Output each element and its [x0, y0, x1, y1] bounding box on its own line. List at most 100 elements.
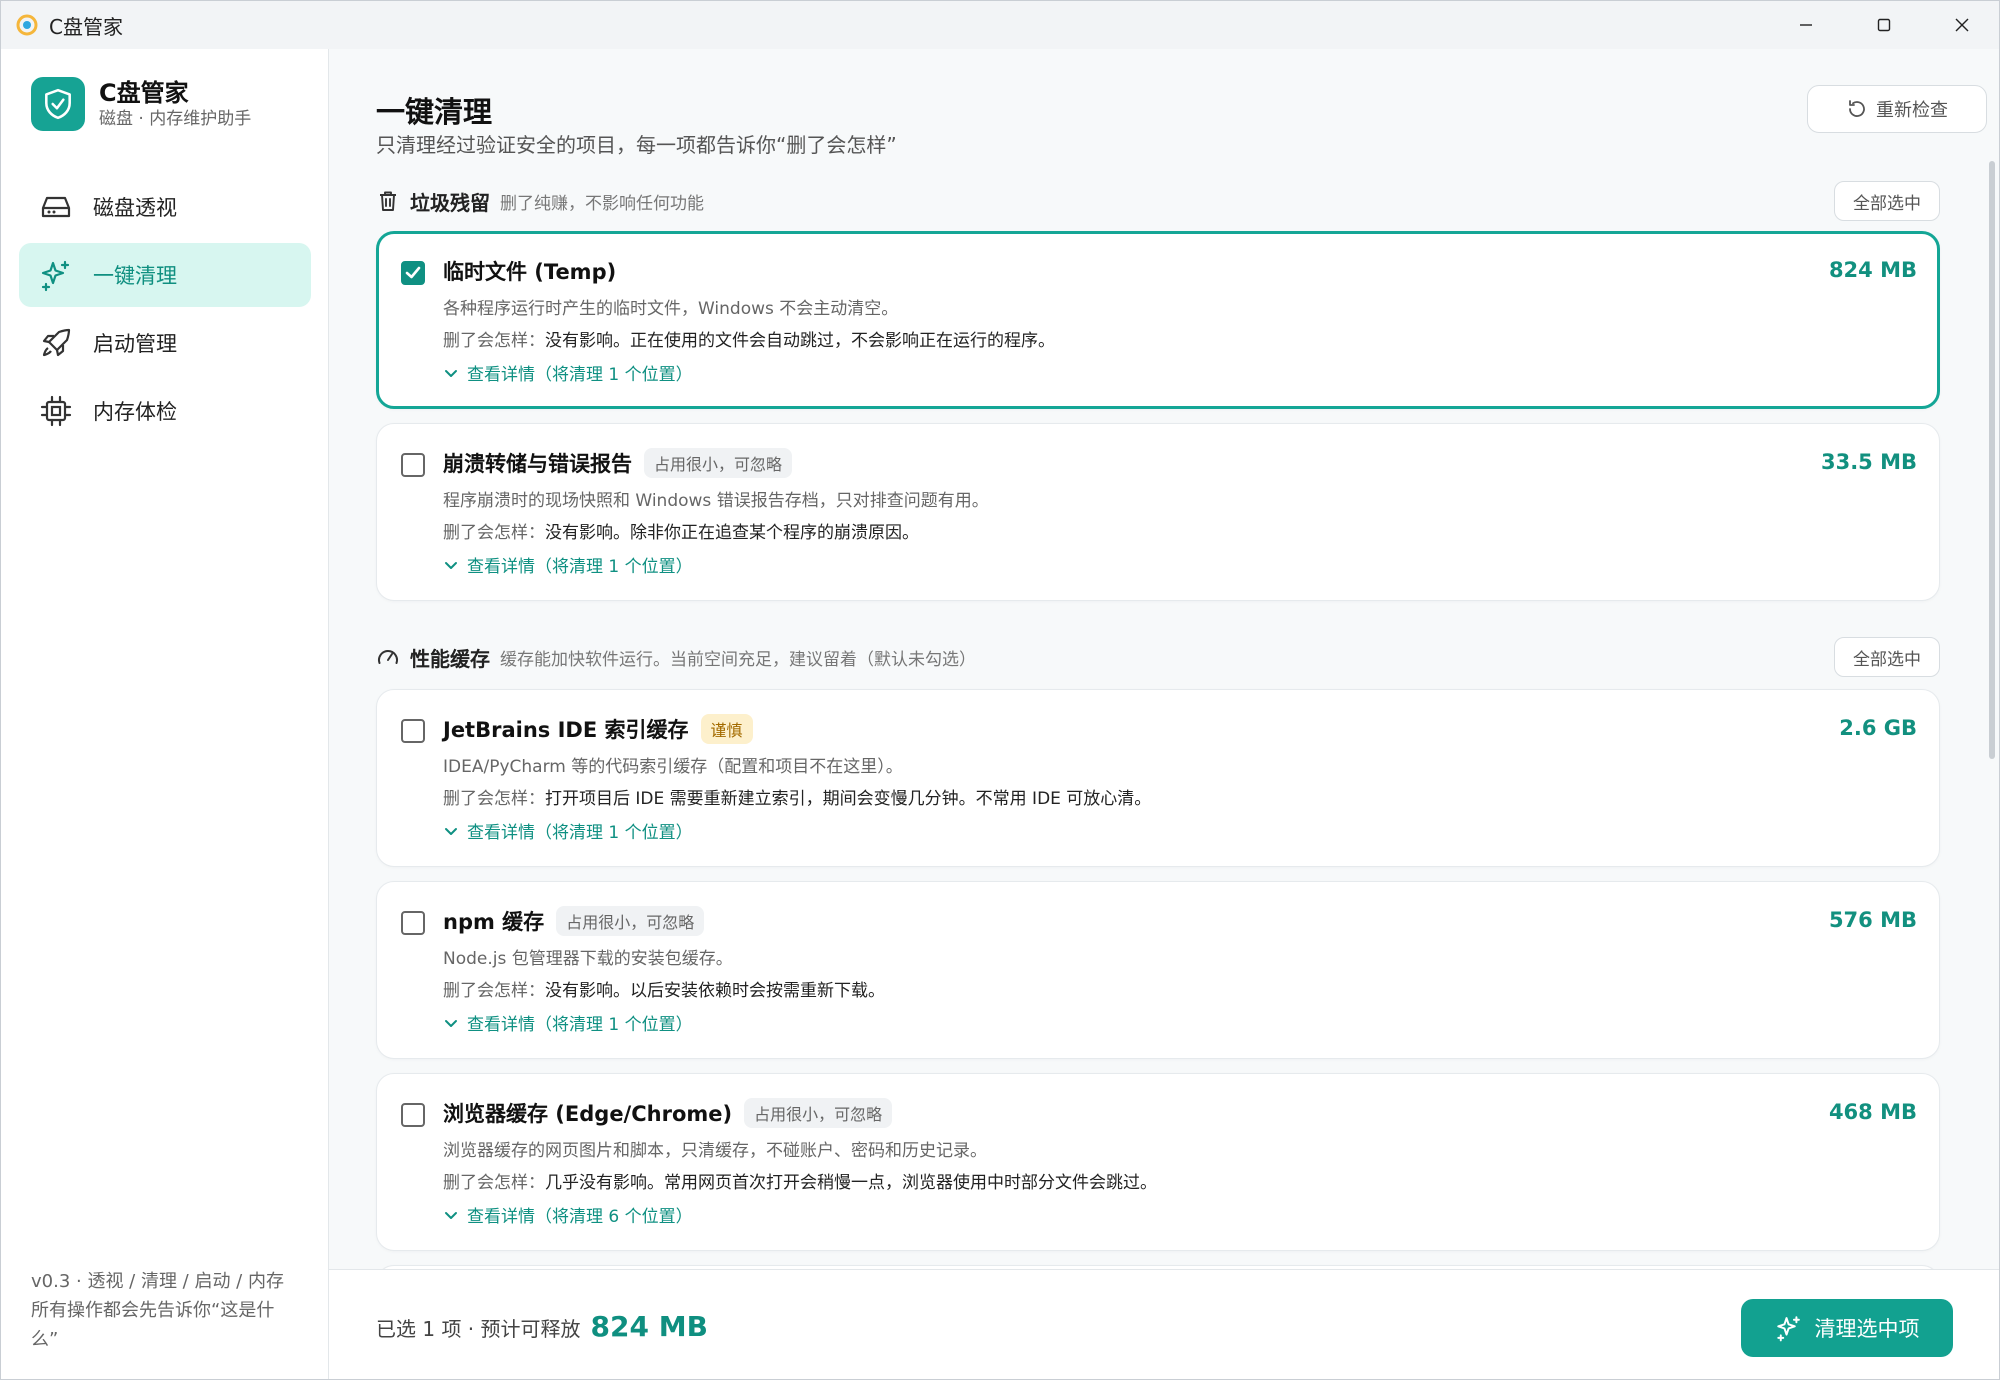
item-details-toggle[interactable]: 查看详情（将清理 6 个位置） [443, 1202, 693, 1227]
item-name: JetBrains IDE 索引缓存 [443, 718, 689, 742]
item-checkbox[interactable] [401, 261, 425, 285]
shield-icon [31, 77, 85, 131]
item-details-toggle[interactable]: 查看详情（将清理 1 个位置） [443, 552, 693, 577]
close-button[interactable] [1923, 1, 1999, 49]
app-window: C盘管家 C盘管家 磁盘 · 内存维护助手 磁盘透视 一键清理 启动管理 内存体… [0, 0, 2000, 1380]
item-size: 2.6 GB [1839, 716, 1917, 740]
item-checkbox[interactable] [401, 719, 425, 743]
sidebar: C盘管家 磁盘 · 内存维护助手 磁盘透视 一键清理 启动管理 内存体检 v0.… [1, 49, 329, 1379]
chevron-down-icon [445, 1019, 457, 1027]
summary-text: 已选 1 项 · 预计可释放 [376, 1317, 581, 1341]
app-logo-icon [16, 14, 38, 36]
item-badge: 占用很小，可忽略 [644, 448, 793, 478]
sidebar-item-label: 磁盘透视 [93, 196, 177, 220]
clean-item-card[interactable]: 崩溃转储与错误报告 占用很小，可忽略 33.5 MB 程序崩溃时的现场快照和 W… [376, 423, 1940, 601]
item-desc: Node.js 包管理器下载的安装包缓存。 [443, 949, 733, 969]
item-desc: 程序崩溃时的现场快照和 Windows 错误报告存档，只对排查问题有用。 [443, 491, 989, 511]
sidebar-item-label: 一键清理 [93, 264, 177, 288]
sidebar-item-clean[interactable]: 一键清理 [19, 243, 311, 307]
summary-size: 824 MB [590, 1310, 708, 1343]
item-desc: IDEA/PyCharm 等的代码索引缓存（配置和项目不在这里）。 [443, 757, 903, 777]
gauge-icon [378, 650, 398, 664]
section-desc: 删了纯赚，不影响任何功能 [500, 193, 704, 214]
brand-subtitle: 磁盘 · 内存维护助手 [99, 109, 252, 129]
window-title: C盘管家 [49, 14, 123, 39]
action-bar: 已选 1 项 · 预计可释放 824 MB 清理选中项 [329, 1269, 1999, 1379]
item-badge: 占用很小，可忽略 [556, 906, 705, 936]
chip-icon [40, 395, 72, 427]
page-subtitle: 只清理经过验证安全的项目，每一项都告诉你“删了会怎样” [376, 133, 897, 157]
clean-item-card[interactable]: 临时文件 (Temp) 824 MB 各种程序运行时产生的临时文件，Window… [376, 231, 1940, 409]
sparkles-icon [1776, 1316, 1800, 1342]
trash-icon [380, 191, 396, 211]
item-effect: 删了会怎样：打开项目后 IDE 需要重新建立索引，期间会变慢几分钟。不常用 ID… [443, 789, 1152, 809]
item-effect: 删了会怎样：没有影响。正在使用的文件会自动跳过，不会影响正在运行的程序。 [443, 331, 1055, 351]
section-desc: 缓存能加快软件运行。当前空间充足，建议留着（默认未勾选） [500, 649, 976, 670]
recheck-label: 重新检查 [1876, 100, 1948, 121]
item-size: 468 MB [1828, 1100, 1917, 1124]
sidebar-item-startup[interactable]: 启动管理 [19, 311, 311, 375]
brand: C盘管家 磁盘 · 内存维护助手 [31, 77, 251, 131]
sidebar-footer: v0.3 · 透视 / 清理 / 启动 / 内存 所有操作都会先告诉你“这是什么… [31, 1267, 301, 1354]
clean-item-card[interactable]: JetBrains IDE 索引缓存 谨慎 2.6 GB IDEA/PyChar… [376, 689, 1940, 867]
item-effect: 删了会怎样：没有影响。除非你正在追查某个程序的崩溃原因。 [443, 523, 919, 543]
clean-selected-button[interactable]: 清理选中项 [1741, 1299, 1953, 1357]
maximize-icon [1877, 18, 1891, 32]
chevron-down-icon [445, 1211, 457, 1219]
item-effect: 删了会怎样：没有影响。以后安装依赖时会按需重新下载。 [443, 981, 885, 1001]
item-name: 临时文件 (Temp) [443, 260, 617, 284]
close-icon [1955, 18, 1969, 32]
brand-name: C盘管家 [99, 79, 189, 107]
section-header-junk: 垃圾残留 删了纯赚，不影响任何功能 全部选中 [376, 181, 1940, 221]
item-name: npm 缓存 [443, 910, 545, 934]
sidebar-item-disk[interactable]: 磁盘透视 [19, 175, 311, 239]
sparkles-icon [41, 260, 70, 292]
main-scrollbar[interactable] [1989, 161, 1995, 759]
sidebar-nav: 磁盘透视 一键清理 启动管理 内存体检 [19, 175, 311, 447]
clean-item-card[interactable]: 浏览器缓存 (Edge/Chrome) 占用很小，可忽略 468 MB 浏览器缓… [376, 1073, 1940, 1251]
sidebar-item-label: 启动管理 [93, 332, 177, 356]
item-name: 浏览器缓存 (Edge/Chrome) [443, 1102, 733, 1126]
minimize-button[interactable] [1767, 1, 1845, 49]
page-title: 一键清理 [376, 95, 493, 129]
chevron-down-icon [445, 827, 457, 835]
item-size: 576 MB [1828, 908, 1917, 932]
clean-item-card[interactable]: npm 缓存 占用很小，可忽略 576 MB Node.js 包管理器下载的安装… [376, 881, 1940, 1059]
item-effect: 删了会怎样：几乎没有影响。常用网页首次打开会稍慢一点，浏览器使用中时部分文件会跳… [443, 1173, 1157, 1193]
rocket-icon [42, 328, 71, 357]
sidebar-item-memory[interactable]: 内存体检 [19, 379, 311, 443]
select-all-button[interactable]: 全部选中 [1834, 637, 1940, 677]
item-name: 崩溃转储与错误报告 [443, 452, 632, 476]
item-size: 33.5 MB [1820, 450, 1917, 474]
section-title: 垃圾残留 [410, 190, 490, 215]
minimize-icon [1800, 24, 1812, 26]
tagline: 所有操作都会先告诉你“这是什么” [31, 1300, 275, 1350]
item-badge: 占用很小，可忽略 [744, 1098, 893, 1128]
item-checkbox[interactable] [401, 1103, 425, 1127]
main-content: 一键清理 只清理经过验证安全的项目，每一项都告诉你“删了会怎样” 重新检查 垃圾… [329, 49, 1999, 1269]
item-checkbox[interactable] [401, 453, 425, 477]
sidebar-item-label: 内存体检 [93, 400, 177, 424]
item-details-toggle[interactable]: 查看详情（将清理 1 个位置） [443, 1010, 693, 1035]
version-info: v0.3 · 透视 / 清理 / 启动 / 内存 [31, 1271, 284, 1292]
item-details-toggle[interactable]: 查看详情（将清理 1 个位置） [443, 818, 693, 843]
item-desc: 各种程序运行时产生的临时文件，Windows 不会主动清空。 [443, 299, 899, 319]
item-checkbox[interactable] [401, 911, 425, 935]
check-icon [405, 266, 421, 279]
section-title: 性能缓存 [410, 646, 490, 671]
selection-summary: 已选 1 项 · 预计可释放 824 MB [376, 1310, 708, 1343]
item-details-toggle[interactable]: 查看详情（将清理 1 个位置） [443, 360, 693, 385]
chevron-down-icon [445, 561, 457, 569]
clean-button-label: 清理选中项 [1814, 1317, 1920, 1341]
recheck-button[interactable]: 重新检查 [1807, 85, 1987, 133]
item-desc: 浏览器缓存的网页图片和脚本，只清缓存，不碰账户、密码和历史记录。 [443, 1141, 987, 1161]
refresh-icon [1849, 100, 1865, 117]
item-badge-warning: 谨慎 [700, 714, 753, 744]
title-bar: C盘管家 [1, 1, 1999, 49]
select-all-button[interactable]: 全部选中 [1834, 181, 1940, 221]
hard-drive-icon [41, 196, 71, 218]
item-size: 824 MB [1828, 258, 1917, 282]
window-controls [1767, 1, 1999, 49]
section-header-cache: 性能缓存 缓存能加快软件运行。当前空间充足，建议留着（默认未勾选） 全部选中 [376, 637, 1940, 677]
maximize-button[interactable] [1845, 1, 1923, 49]
